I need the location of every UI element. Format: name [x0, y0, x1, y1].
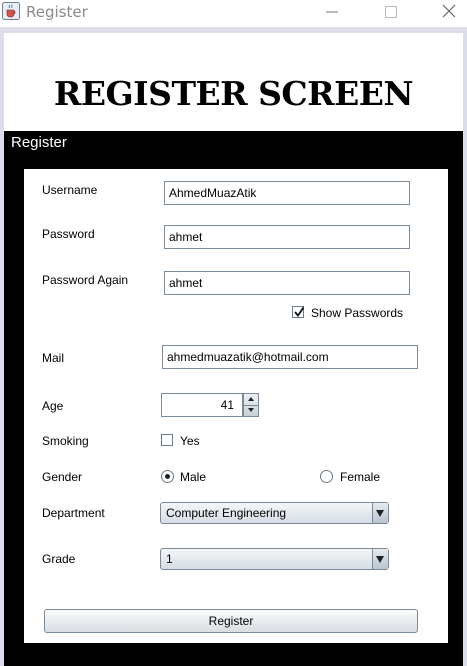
panel-title: Register — [11, 134, 67, 151]
gender-label: Gender — [42, 470, 83, 484]
minimize-icon[interactable] — [321, 1, 343, 23]
mail-label: Mail — [42, 351, 65, 365]
department-dropdown[interactable]: Computer Engineering — [160, 502, 389, 524]
smoking-yes-label[interactable]: Yes — [180, 434, 200, 448]
gender-female-radio[interactable] — [320, 470, 333, 483]
chevron-down-icon[interactable] — [372, 549, 388, 569]
grade-dropdown[interactable]: 1 — [160, 548, 389, 570]
department-label: Department — [42, 506, 105, 520]
window-title: Register — [26, 3, 88, 21]
age-spinner-buttons — [243, 393, 259, 417]
maximize-icon[interactable] — [380, 1, 402, 23]
smoking-label: Smoking — [42, 434, 89, 448]
username-input[interactable]: AhmedMuazAtik — [164, 181, 410, 205]
mail-input[interactable]: ahmedmuazatik@hotmail.com — [162, 345, 418, 369]
smoking-checkbox[interactable] — [161, 434, 173, 446]
page-title: REGISTER SCREEN — [53, 74, 414, 113]
register-button[interactable]: Register — [44, 609, 418, 633]
password-again-label: Password Again — [42, 273, 129, 287]
close-icon[interactable] — [437, 1, 461, 23]
window-frame-right — [463, 27, 467, 666]
gender-male-label[interactable]: Male — [180, 470, 206, 484]
spinner-down-arrow-icon[interactable] — [244, 405, 258, 416]
checkmark-icon — [294, 306, 305, 317]
show-passwords-checkbox[interactable] — [292, 306, 305, 318]
java-cup-icon — [2, 2, 20, 20]
chevron-down-icon[interactable] — [372, 503, 388, 523]
username-label: Username — [42, 183, 98, 197]
password-label: Password — [42, 227, 95, 241]
window-frame-top — [0, 27, 467, 33]
grade-label: Grade — [42, 552, 76, 566]
age-spinner-input[interactable]: 41 — [161, 393, 243, 417]
password-input[interactable]: ahmet — [164, 225, 410, 249]
radio-selected-dot — [165, 474, 170, 479]
grade-selected-value: 1 — [166, 552, 173, 566]
password-again-input[interactable]: ahmet — [164, 271, 410, 295]
gender-male-radio[interactable] — [161, 470, 174, 483]
age-label: Age — [42, 399, 64, 413]
gender-female-label[interactable]: Female — [340, 470, 380, 484]
show-passwords-label[interactable]: Show Passwords — [311, 306, 403, 320]
department-selected-value: Computer Engineering — [166, 506, 287, 520]
